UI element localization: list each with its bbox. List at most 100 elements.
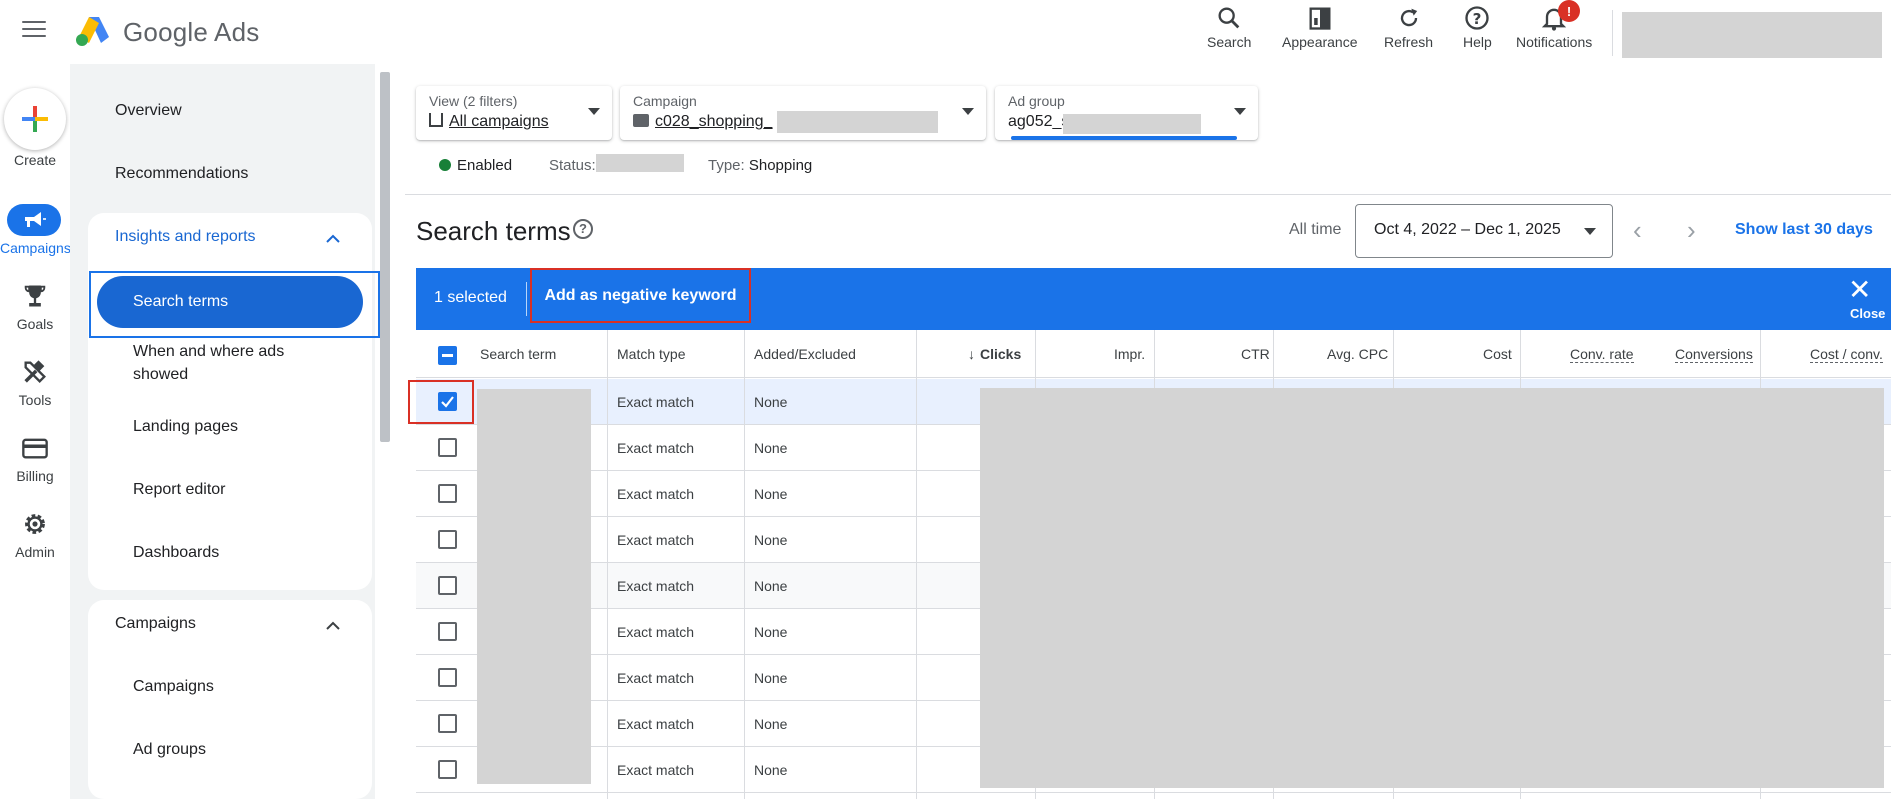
svg-text:?: ? [1473, 10, 1482, 28]
nav-insights-and-reports[interactable]: Insights and reports [115, 228, 256, 246]
search-button[interactable]: Search [1207, 4, 1251, 54]
tools-icon[interactable] [21, 358, 49, 386]
gear-icon[interactable] [21, 510, 49, 538]
header-cost[interactable]: Cost [1483, 346, 1512, 362]
account-info-redacted[interactable] [1622, 12, 1882, 58]
nav-scrollbar[interactable] [380, 72, 390, 442]
nav-overview[interactable]: Overview [115, 102, 182, 120]
appearance-icon [1309, 7, 1331, 30]
adgroup-filter-title: Ad group [1008, 93, 1065, 109]
campaigns-rail-button[interactable] [7, 204, 61, 236]
row-checkbox[interactable] [438, 622, 457, 641]
select-all-checkbox[interactable] [438, 346, 457, 365]
refresh-icon [1400, 8, 1417, 27]
added-excluded-cell: None [754, 670, 788, 686]
close-icon[interactable]: ✕ [1848, 276, 1871, 304]
header-added-excluded[interactable]: Added/Excluded [754, 346, 856, 362]
chevron-down-icon [588, 108, 600, 115]
chevron-down-icon [1584, 228, 1596, 235]
nav-dashboards[interactable]: Dashboards [133, 544, 219, 562]
column-divider [744, 330, 745, 799]
row-checkbox[interactable] [438, 668, 457, 687]
nav-campaigns-section[interactable]: Campaigns [115, 615, 196, 633]
match-type-cell: Exact match [617, 532, 695, 548]
campaign-filter-title: Campaign [633, 93, 697, 109]
all-time-label: All time [1289, 221, 1342, 238]
row-checkbox[interactable] [438, 530, 457, 549]
campaigns-rail-label: Campaigns [0, 240, 71, 256]
header-clicks[interactable]: ↓ Clicks [968, 346, 1021, 362]
chevron-up-icon[interactable] [324, 617, 342, 635]
adgroup-filter[interactable]: Ad group ag052_s [995, 86, 1258, 140]
divider [405, 194, 1891, 195]
header-conv-rate[interactable]: Conv. rate [1570, 346, 1634, 363]
nav-when-where-line2[interactable]: showed [133, 366, 188, 384]
help-button[interactable]: ? Help [1463, 4, 1492, 54]
chevron-up-icon[interactable] [324, 230, 342, 248]
create-button[interactable] [4, 88, 66, 150]
header-match-type[interactable]: Match type [617, 346, 685, 362]
header-ctr[interactable]: CTR [1241, 346, 1270, 362]
add-negative-keyword-button[interactable]: Add as negative keyword [530, 268, 751, 323]
nav-report-editor[interactable]: Report editor [133, 481, 226, 499]
match-type-cell: Exact match [617, 394, 695, 410]
added-excluded-cell: None [754, 440, 788, 456]
header-impr[interactable]: Impr. [1114, 346, 1145, 362]
close-label[interactable]: Close [1850, 306, 1885, 321]
top-bar: Google Ads Search Appearance Refresh ? H… [0, 0, 1891, 64]
campaign-filter[interactable]: Campaign c028_shopping_ [620, 86, 986, 140]
next-period-icon[interactable]: › [1687, 217, 1707, 243]
nav-landing-pages[interactable]: Landing pages [133, 418, 238, 436]
billing-card-icon[interactable] [21, 434, 49, 462]
column-divider [916, 330, 917, 799]
billing-label: Billing [16, 468, 54, 484]
menu-icon[interactable] [22, 21, 46, 39]
match-type-cell: Exact match [617, 486, 695, 502]
nav-when-where-line1[interactable]: When and where ads [133, 343, 284, 361]
match-type-cell: Exact match [617, 670, 695, 686]
nav-ad-groups[interactable]: Ad groups [133, 741, 206, 759]
adgroup-loading-bar [1011, 136, 1237, 140]
help-circle-icon[interactable]: ? [573, 219, 593, 239]
match-type-cell: Exact match [617, 762, 695, 778]
appearance-button[interactable]: Appearance [1282, 4, 1358, 54]
view-filter[interactable]: View (2 filters) All campaigns [416, 86, 612, 140]
insights-card [88, 213, 372, 590]
added-excluded-cell: None [754, 486, 788, 502]
checkbox-highlight [408, 380, 474, 424]
header-avg-cpc[interactable]: Avg. CPC [1327, 346, 1388, 362]
home-icon [429, 113, 443, 127]
selection-bar: 1 selected Add as negative keyword ✕ Clo… [416, 268, 1891, 330]
added-excluded-cell: None [754, 578, 788, 594]
status-value-redacted [596, 154, 684, 172]
notifications-button[interactable]: Notifications ! [1516, 0, 1592, 54]
row-checkbox[interactable] [438, 714, 457, 733]
header-cost-per-conv[interactable]: Cost / conv. [1810, 346, 1883, 363]
header-conversions[interactable]: Conversions [1675, 346, 1753, 363]
selected-count: 1 selected [434, 289, 507, 306]
header-search-term[interactable]: Search term [480, 346, 556, 362]
row-checkbox[interactable] [438, 484, 457, 503]
nav-recommendations[interactable]: Recommendations [115, 165, 248, 183]
row-checkbox[interactable] [438, 438, 457, 457]
metrics-redacted [980, 388, 1884, 788]
megaphone-icon [25, 212, 46, 227]
row-checkbox[interactable] [438, 760, 457, 779]
top-divider [1612, 10, 1613, 56]
previous-period-icon[interactable]: ‹ [1633, 217, 1653, 243]
match-type-cell: Exact match [617, 716, 695, 732]
status-label: Status: [549, 157, 596, 174]
refresh-button[interactable]: Refresh [1384, 4, 1433, 54]
show-last-30-days-link[interactable]: Show last 30 days [1735, 221, 1873, 239]
sort-arrow-down-icon: ↓ [968, 346, 975, 362]
chevron-down-icon [1234, 108, 1246, 115]
search-terms-redacted [477, 389, 591, 784]
trophy-icon[interactable] [21, 282, 49, 310]
search-icon [1218, 7, 1240, 29]
goals-label: Goals [16, 316, 54, 332]
date-range-picker[interactable]: Oct 4, 2022 – Dec 1, 2025 [1355, 204, 1613, 258]
row-checkbox[interactable] [438, 576, 457, 595]
selection-divider [526, 282, 527, 316]
shopping-tag-icon [633, 114, 649, 127]
nav-campaigns[interactable]: Campaigns [133, 678, 214, 696]
